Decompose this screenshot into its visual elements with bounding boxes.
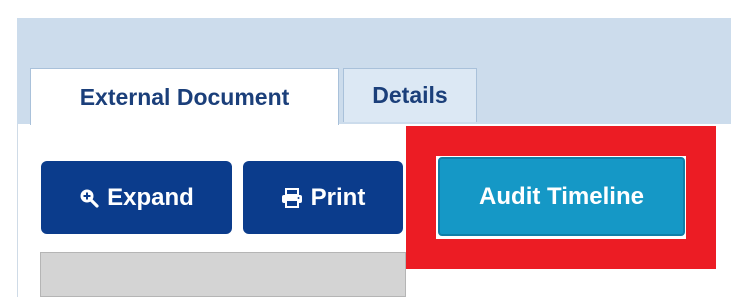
printer-icon xyxy=(281,187,303,208)
document-viewer-frame xyxy=(40,252,406,297)
expand-button[interactable]: Expand xyxy=(41,161,232,234)
tab-external-document[interactable]: External Document xyxy=(30,68,339,125)
audit-timeline-button[interactable]: Audit Timeline xyxy=(438,157,685,236)
print-button[interactable]: Print xyxy=(243,161,403,234)
expand-label: Expand xyxy=(107,183,194,211)
zoom-in-icon xyxy=(79,188,99,208)
tab-details[interactable]: Details xyxy=(343,68,477,122)
audit-timeline-label: Audit Timeline xyxy=(479,182,644,210)
tab-label: Details xyxy=(372,82,448,108)
tab-label: External Document xyxy=(79,83,290,110)
print-label: Print xyxy=(310,183,366,211)
